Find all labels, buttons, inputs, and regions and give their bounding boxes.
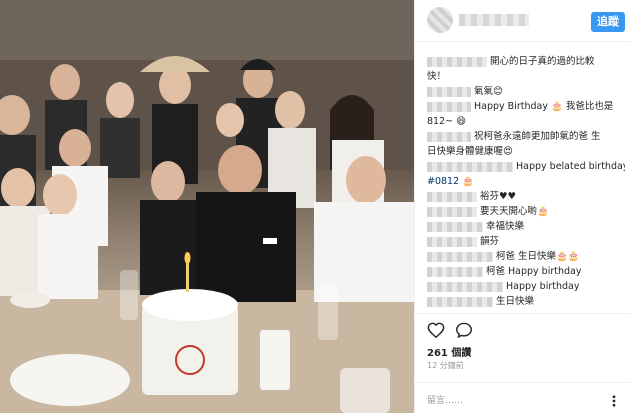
- comment-line: Happy birthday: [427, 279, 625, 294]
- redacted-username[interactable]: [427, 251, 493, 262]
- comment-line: 祝柯爸永遠帥更加帥氣的爸 生: [427, 129, 625, 144]
- avatar[interactable]: [427, 7, 453, 33]
- add-comment-bar[interactable]: 留言……: [415, 382, 630, 413]
- follow-button[interactable]: 追蹤: [591, 12, 625, 32]
- comment-line: 柯爸 Happy birthday: [427, 264, 625, 279]
- redacted-username[interactable]: [427, 191, 477, 202]
- post-timestamp[interactable]: 12 分鐘前: [427, 360, 464, 371]
- comment-icon[interactable]: [455, 322, 473, 338]
- comment-input[interactable]: 留言……: [427, 393, 463, 406]
- post-actions: 261 個讚 12 分鐘前 留言……: [415, 313, 630, 413]
- redacted-username[interactable]: [427, 266, 483, 277]
- redacted-username[interactable]: [427, 56, 487, 67]
- comment-line: 幸福快樂: [427, 219, 625, 234]
- more-options-icon[interactable]: [609, 395, 619, 407]
- redacted-username[interactable]: [427, 221, 483, 232]
- username-redacted[interactable]: [459, 14, 529, 26]
- post-photo[interactable]: [0, 0, 414, 413]
- comment-line: 氣氣😊: [427, 84, 625, 99]
- comment-line: 生日快樂: [427, 294, 625, 309]
- redacted-username[interactable]: [427, 101, 471, 112]
- post-header: 追蹤: [415, 0, 630, 42]
- comment-line: Happy Birthday 🎂 我爸比也是: [427, 99, 625, 114]
- redacted-username[interactable]: [427, 206, 477, 217]
- comment-line: 裕芬♥♥: [427, 189, 625, 204]
- comment-line: Happy belated birthdayy: [427, 159, 625, 174]
- redacted-username[interactable]: [427, 236, 477, 247]
- comment-line: #0812 🎂: [427, 176, 474, 187]
- redacted-username[interactable]: [427, 131, 471, 142]
- comment-line: 快！: [427, 71, 447, 82]
- heart-icon[interactable]: [427, 322, 445, 338]
- redacted-username[interactable]: [427, 296, 493, 307]
- comment-line: 韻芬: [427, 234, 625, 249]
- group-photo-image: [0, 0, 414, 413]
- comment-line: 日快樂身體健康喔😍: [427, 146, 513, 157]
- comment-line: 柯爸 生日快樂🎂🎂: [427, 249, 625, 264]
- redacted-username[interactable]: [427, 161, 513, 172]
- redacted-username[interactable]: [427, 86, 471, 97]
- comments-list: 開心的日子真的過的比較 快！ 氣氣😊 Happy Birthday 🎂 我爸比也…: [427, 54, 625, 309]
- post-sidebar: 追蹤 開心的日子真的過的比較 快！ 氣氣😊 Happy Birthday 🎂 我…: [414, 0, 630, 413]
- comment-line: 要天天開心喲🎂: [427, 204, 625, 219]
- comment-line: 開心的日子真的過的比較: [427, 54, 625, 69]
- redacted-username[interactable]: [427, 281, 503, 292]
- likes-count[interactable]: 261 個讚: [427, 344, 471, 359]
- comment-line: 812~ 😄: [427, 116, 467, 127]
